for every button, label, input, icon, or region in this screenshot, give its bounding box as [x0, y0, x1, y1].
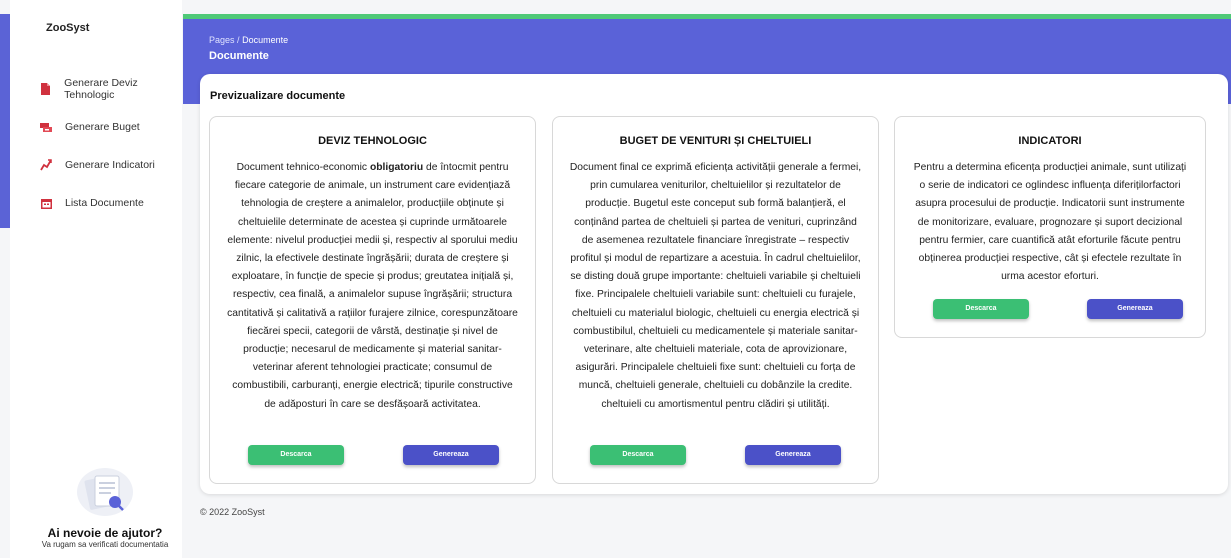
- card-buget: BUGET DE VENITURI ȘI CHELTUIELI Document…: [552, 116, 879, 484]
- sidebar: ZooSyst Generare Deviz Tehnologic Genera…: [10, 0, 182, 558]
- breadcrumb-current: Documente: [242, 35, 289, 45]
- left-accent-strip: [0, 14, 10, 228]
- calendar-icon: [40, 197, 52, 209]
- chart-icon: [40, 159, 52, 171]
- download-button[interactable]: Descarca: [933, 299, 1029, 319]
- breadcrumb: Pages / Documente: [209, 35, 288, 45]
- generate-button[interactable]: Genereaza: [1087, 299, 1183, 319]
- card-deviz-tehnologic: DEVIZ TEHNOLOGIC Document tehnico-econom…: [209, 116, 536, 484]
- sidebar-item-lista[interactable]: Lista Documente: [10, 184, 182, 222]
- sidebar-item-label: Generare Buget: [65, 121, 140, 133]
- emphasis-text: obligatoriu: [369, 162, 424, 173]
- sidebar-item-deviz[interactable]: Generare Deviz Tehnologic: [10, 70, 182, 108]
- documents-panel: Previzualizare documente DEVIZ TEHNOLOGI…: [200, 74, 1228, 494]
- card-indicatori: INDICATORI Pentru a determina eficența p…: [894, 116, 1206, 338]
- sidebar-item-label: Generare Indicatori: [65, 159, 155, 171]
- sidebar-nav: Generare Deviz Tehnologic Generare Buget…: [10, 70, 182, 222]
- wallet-icon: [40, 121, 52, 133]
- help-title: Ai nevoie de ajutor?: [47, 526, 163, 540]
- panel-title: Previzualizare documente: [210, 90, 346, 102]
- footer-copyright: © 2022 ZooSyst: [200, 507, 265, 517]
- card-description: Document final ce exprimă eficiența acti…: [569, 162, 862, 410]
- breadcrumb-parent[interactable]: Pages: [209, 35, 235, 45]
- card-description: Pentru a determina eficența producției a…: [913, 162, 1187, 283]
- sidebar-item-label: Generare Deviz Tehnologic: [64, 77, 138, 101]
- help-subtitle[interactable]: Va rugam sa verificati documentatia: [30, 540, 180, 550]
- card-title: DEVIZ TEHNOLOGIC: [318, 135, 427, 147]
- card-description: Document tehnico-economic obligatoriu de…: [227, 162, 518, 410]
- sidebar-item-label: Lista Documente: [65, 197, 144, 209]
- documentation-illustration-icon: [73, 466, 137, 518]
- page-title: Documente: [209, 50, 269, 62]
- brand-logo[interactable]: ZooSyst: [46, 22, 89, 34]
- sidebar-item-buget[interactable]: Generare Buget: [10, 108, 182, 146]
- generate-button[interactable]: Genereaza: [745, 445, 841, 465]
- breadcrumb-separator: /: [237, 35, 240, 45]
- sidebar-item-indicatori[interactable]: Generare Indicatori: [10, 146, 182, 184]
- card-title: BUGET DE VENITURI ȘI CHELTUIELI: [619, 135, 812, 147]
- download-button[interactable]: Descarca: [590, 445, 686, 465]
- generate-button[interactable]: Genereaza: [403, 445, 499, 465]
- file-icon: [40, 83, 51, 95]
- help-box: Ai nevoie de ajutor? Va rugam sa verific…: [30, 466, 180, 550]
- card-title: INDICATORI: [1018, 135, 1082, 147]
- download-button[interactable]: Descarca: [248, 445, 344, 465]
